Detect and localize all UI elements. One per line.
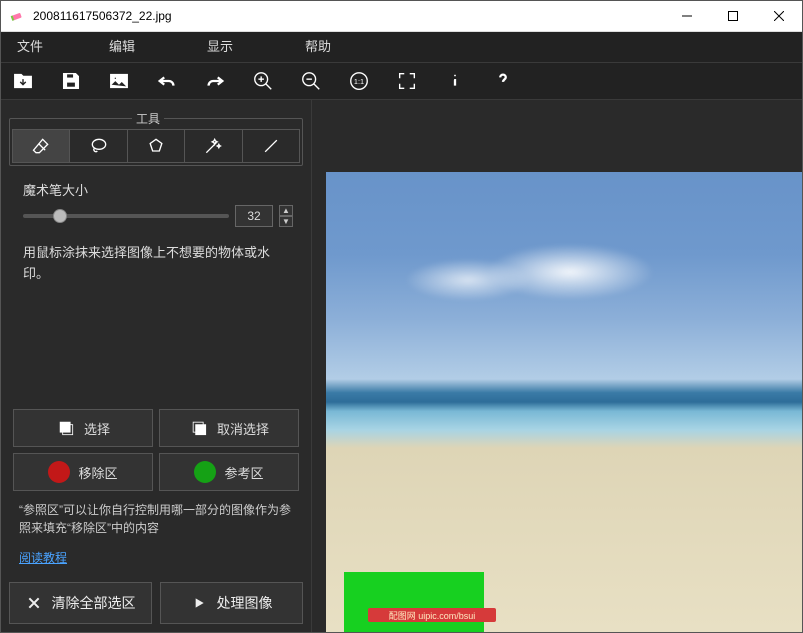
svg-text:1:1: 1:1 (354, 77, 364, 86)
brush-size-slider[interactable] (23, 214, 229, 218)
image-preview[interactable]: 配图网 uipic.com/bsui (326, 172, 802, 632)
menu-view[interactable]: 显示 (191, 32, 249, 62)
process-label: 处理图像 (217, 593, 273, 613)
deselect-icon (189, 418, 209, 438)
minimize-button[interactable] (664, 1, 710, 31)
reference-zone-color (194, 461, 216, 483)
select-icon (56, 418, 76, 438)
tool-polygon[interactable] (128, 129, 185, 163)
reference-zone-button[interactable]: 参考区 (159, 453, 299, 491)
brush-size-value[interactable]: 32 (235, 205, 273, 227)
remove-zone-button[interactable]: 移除区 (13, 453, 153, 491)
brush-size-up[interactable]: ▲ (279, 205, 293, 216)
clouds-decoration (366, 232, 706, 312)
canvas-area[interactable]: 配图网 uipic.com/bsui (311, 100, 802, 632)
clear-icon (26, 595, 42, 611)
zoom-out-button[interactable] (297, 67, 325, 95)
tool-eraser[interactable] (12, 129, 70, 163)
titlebar: 200811617506372_22.jpg (1, 1, 802, 32)
instruction-text: 用鼠标涂抹来选择图像上不想要的物体或水印。 (9, 237, 303, 285)
reference-zone-label: 参考区 (224, 463, 263, 482)
tutorial-link[interactable]: 阅读教程 (9, 547, 303, 572)
tool-line[interactable] (243, 129, 300, 163)
brush-size-control: 魔术笔大小 32 ▲ ▼ (9, 176, 303, 227)
help-button[interactable] (489, 67, 517, 95)
window-title: 200811617506372_22.jpg (33, 9, 664, 23)
tools-legend: 工具 (132, 110, 164, 127)
tool-lasso[interactable] (70, 129, 127, 163)
open-button[interactable] (9, 67, 37, 95)
close-button[interactable] (756, 1, 802, 31)
play-icon (191, 595, 207, 611)
zoom-in-button[interactable] (249, 67, 277, 95)
zoom-actual-button[interactable]: 1:1 (345, 67, 373, 95)
save-button[interactable] (57, 67, 85, 95)
brush-size-label: 魔术笔大小 (23, 180, 293, 199)
remove-zone-color (48, 461, 70, 483)
tools-group: 工具 (9, 110, 303, 166)
app-icon (9, 8, 25, 24)
process-button[interactable]: 处理图像 (160, 582, 303, 624)
undo-button[interactable] (153, 67, 181, 95)
select-button[interactable]: 选择 (13, 409, 153, 447)
menubar: 文件 编辑 显示 帮助 (1, 32, 802, 62)
image-button[interactable] (105, 67, 133, 95)
select-label: 选择 (84, 419, 110, 438)
reference-selection-overlay[interactable]: 配图网 uipic.com/bsui (344, 572, 484, 632)
deselect-label: 取消选择 (217, 419, 269, 438)
maximize-button[interactable] (710, 1, 756, 31)
reference-note: “参照区”可以让你自行控制用哪一部分的图像作为参照来填充“移除区”中的内容 (9, 501, 303, 537)
info-button[interactable] (441, 67, 469, 95)
brush-size-down[interactable]: ▼ (279, 216, 293, 227)
menu-help[interactable]: 帮助 (289, 32, 347, 62)
deselect-button[interactable]: 取消选择 (159, 409, 299, 447)
menu-file[interactable]: 文件 (7, 32, 53, 62)
toolbar: 1:1 (1, 62, 802, 100)
clear-all-button[interactable]: 清除全部选区 (9, 582, 152, 624)
side-panel: 工具 魔术笔大小 32 ▲ ▼ (1, 100, 311, 632)
remove-zone-label: 移除区 (78, 463, 117, 482)
zoom-fit-button[interactable] (393, 67, 421, 95)
redo-button[interactable] (201, 67, 229, 95)
clear-all-label: 清除全部选区 (52, 593, 136, 613)
watermark-stamp: 配图网 uipic.com/bsui (368, 608, 496, 622)
tool-magic-wand[interactable] (185, 129, 242, 163)
menu-edit[interactable]: 编辑 (93, 32, 151, 62)
